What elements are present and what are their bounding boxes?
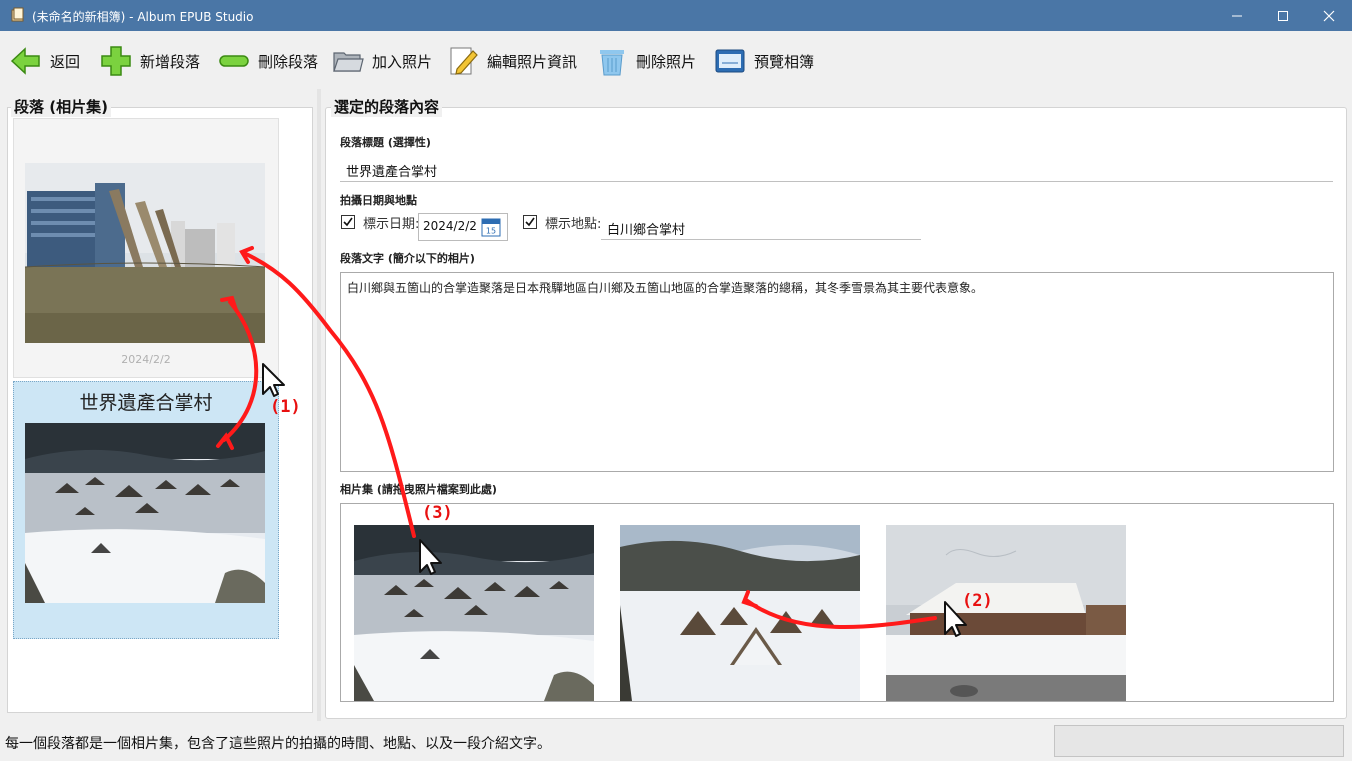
arrow-2-head <box>741 590 758 608</box>
annotation-overlay: (1) (2) (3) <box>216 246 993 637</box>
progress-bar <box>1054 725 1344 757</box>
status-text: 每一個段落都是一個相片集，包含了這些照片的拍攝的時間、地點、以及一段介紹文字。 <box>5 736 551 752</box>
annotation-label-3: (3) <box>422 503 453 523</box>
annotation-label-2: (2) <box>962 591 993 611</box>
arrow-1-head-bottom <box>216 432 234 450</box>
status-bar: 每一個段落都是一個相片集，包含了這些照片的拍攝的時間、地點、以及一段介紹文字。 <box>0 721 1352 761</box>
annotation-label-1: (1) <box>270 397 301 417</box>
arrow-1-head-top <box>220 295 238 312</box>
arrow-3-path <box>242 251 416 538</box>
mouse-cursor-icon <box>262 363 285 397</box>
arrow-2-path <box>744 598 937 630</box>
mouse-cursor-icon <box>419 539 442 575</box>
arrow-1-path <box>222 300 259 442</box>
